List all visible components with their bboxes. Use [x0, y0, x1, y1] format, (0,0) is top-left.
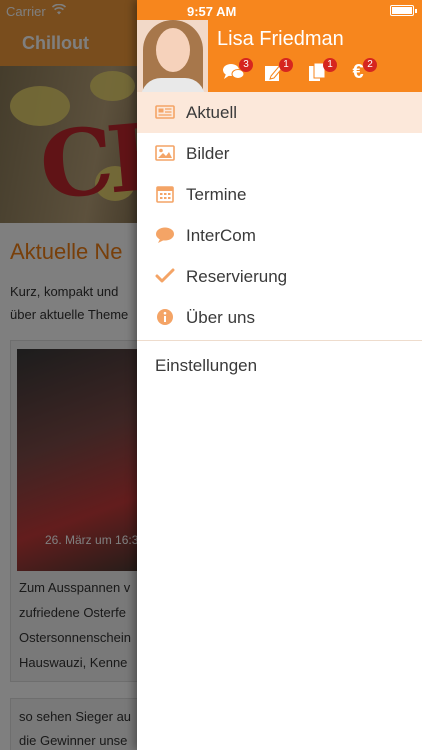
notification-badge: 1 — [279, 58, 293, 72]
clock: 9:57 AM — [187, 4, 237, 19]
menu-item-ueber-uns[interactable]: Über uns — [137, 297, 422, 338]
menu-label: Aktuell — [186, 103, 238, 122]
user-name: Lisa Friedman — [217, 28, 344, 50]
status-bar-right: 9:57 AM — [137, 0, 422, 22]
menu-label: Bilder — [186, 144, 230, 163]
menu-label: Reservierung — [186, 267, 288, 286]
checkmark-icon — [155, 267, 175, 285]
notification-messages[interactable]: 3 — [223, 58, 253, 84]
notification-badge: 3 — [239, 58, 253, 72]
drawer-menu: Aktuell Bilder Termine InterCom Reservie… — [137, 92, 422, 389]
menu-label: Über uns — [186, 308, 255, 327]
menu-item-aktuell[interactable]: Aktuell — [137, 92, 422, 133]
newspaper-icon — [155, 103, 175, 121]
notification-notes[interactable]: 1 — [263, 58, 293, 84]
menu-item-bilder[interactable]: Bilder — [137, 133, 422, 174]
notification-payments[interactable]: € 2 — [347, 58, 377, 84]
menu-label: InterCom — [186, 226, 256, 245]
menu-item-intercom[interactable]: InterCom — [137, 215, 422, 256]
notification-documents[interactable]: 1 — [307, 58, 337, 84]
image-icon — [155, 144, 175, 162]
menu-item-einstellungen[interactable]: Einstellungen — [137, 341, 422, 389]
drawer-header: 9:57 AM Lisa Friedman 3 1 1 € 2 — [137, 0, 422, 92]
menu-item-reservierung[interactable]: Reservierung — [137, 256, 422, 297]
battery-icon — [390, 5, 417, 16]
notification-badge: 2 — [363, 58, 377, 72]
menu-label: Termine — [186, 185, 247, 204]
menu-item-termine[interactable]: Termine — [137, 174, 422, 215]
calendar-icon — [155, 185, 175, 203]
settings-label: Einstellungen — [155, 356, 258, 375]
notification-badge: 1 — [323, 58, 337, 72]
avatar[interactable] — [137, 20, 208, 92]
navigation-drawer: 9:57 AM Lisa Friedman 3 1 1 € 2 Aktuell … — [137, 0, 422, 750]
speech-bubble-icon — [155, 226, 175, 244]
info-icon — [155, 308, 175, 326]
